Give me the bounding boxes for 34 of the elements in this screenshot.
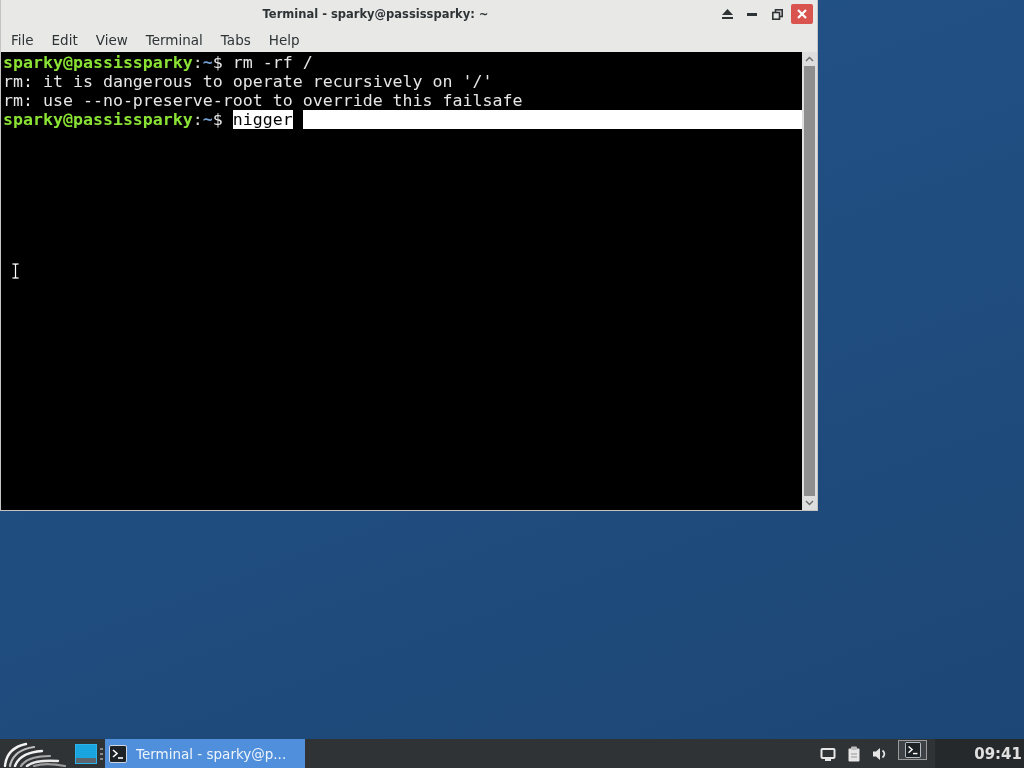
menu-item[interactable]: View [86, 28, 137, 52]
terminal-screen[interactable]: sparky@passissparky:~$ rm -rf / rm: it is dangerous to operate recursively on '/' rm: use --no-preserve-root to override this failsafe sparky@passissparky:~$ nigger [1, 52, 802, 510]
clock-time: 09:41 [974, 744, 1022, 763]
clipboard-icon[interactable] [846, 745, 862, 762]
shell-prompt: sparky@passissparky:~$ [3, 110, 223, 129]
command-text: rm -rf / [232, 53, 313, 72]
output-text: rm: it is dangerous to operate recursively on '/' [3, 72, 493, 91]
grip-icon [100, 747, 103, 760]
display-icon[interactable] [820, 745, 836, 762]
swirl-logo-icon [2, 741, 68, 767]
menu-item[interactable]: File [2, 28, 43, 52]
chevron-down-icon[interactable] [805, 500, 814, 506]
scrollbar-thumb[interactable] [804, 66, 815, 496]
terminal-icon [109, 744, 127, 763]
speaker-icon[interactable] [872, 745, 888, 762]
menu-item[interactable]: Edit [42, 28, 87, 52]
menu-item[interactable]: Tabs [211, 28, 260, 52]
terminal-icon [904, 741, 921, 758]
shell-prompt: sparky@passissparky:~$ [3, 53, 223, 72]
close-button[interactable] [791, 4, 813, 24]
workspace-tile[interactable] [75, 743, 97, 764]
window-title: Terminal - sparky@passissparky: ~ [261, 7, 490, 21]
minimize-icon [747, 12, 757, 16]
eject-icon [721, 9, 733, 19]
chevron-up-icon[interactable] [805, 56, 814, 62]
restore-icon [771, 8, 783, 20]
menu-item[interactable]: Help [259, 28, 309, 52]
text-cursor-icon [11, 262, 20, 280]
output-text: rm: use --no-preserve-root to override this failsafe [3, 91, 523, 110]
scrollbar[interactable] [802, 52, 817, 510]
terminal-launcher-button[interactable] [898, 739, 927, 760]
close-icon [797, 9, 807, 19]
command-text: nigger [232, 110, 293, 129]
menu-item[interactable]: Terminal [136, 28, 212, 52]
